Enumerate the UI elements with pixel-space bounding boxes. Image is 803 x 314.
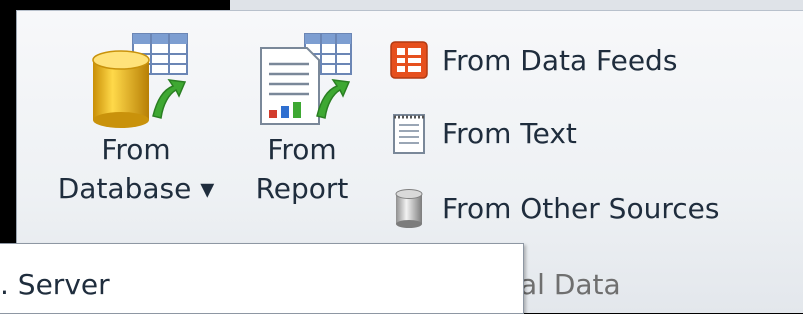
menu-item-sql-server[interactable]: . Server [0, 268, 110, 301]
from-report-label-line2: Report [255, 172, 349, 205]
from-text-button[interactable]: From Text [388, 111, 577, 155]
text-file-icon [393, 114, 425, 154]
from-database-label-line1: From [101, 133, 171, 166]
data-feed-icon [390, 41, 428, 79]
from-other-sources-label: From Other Sources [442, 191, 720, 225]
from-database-label-line2: Database ▾ [57, 172, 215, 205]
database-icon [92, 33, 188, 128]
cylinder-icon [395, 189, 423, 228]
from-report-button[interactable]: From Report [238, 30, 366, 208]
window-top-strip [0, 0, 803, 10]
report-icon [260, 33, 352, 125]
group-label: al Data [520, 268, 621, 301]
from-data-feeds-button[interactable]: From Data Feeds [388, 38, 677, 82]
from-text-label: From Text [442, 116, 577, 150]
from-data-feeds-label: From Data Feeds [442, 43, 678, 77]
tab-strip [230, 0, 803, 10]
from-database-button[interactable]: From Database ▾ [40, 30, 232, 208]
from-report-label-line1: From [267, 133, 337, 166]
database-dropdown-menu: . Server [0, 243, 524, 314]
from-other-sources-button[interactable]: From Other Sources [388, 186, 719, 230]
